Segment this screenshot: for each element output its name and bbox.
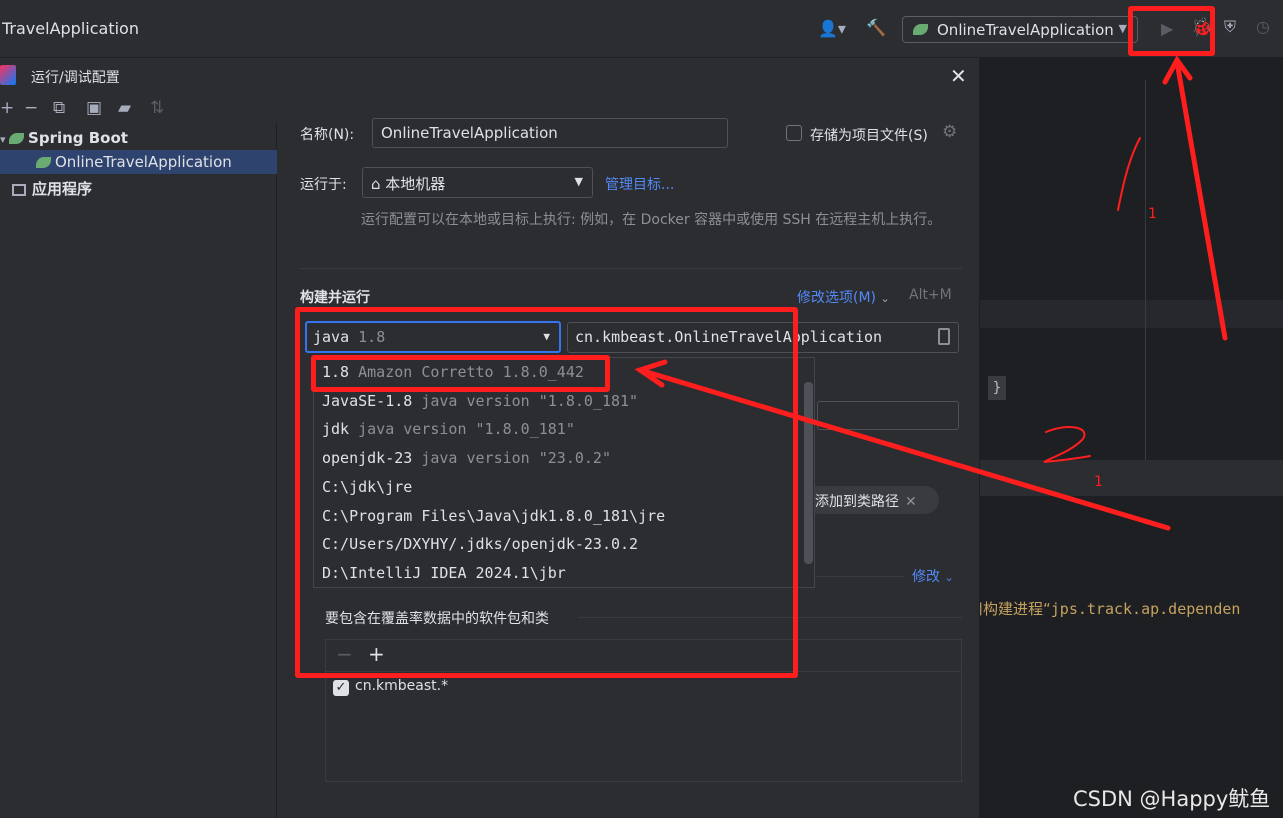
chevron-down-icon: ⌄	[944, 571, 954, 584]
home-icon: ⌂	[371, 175, 386, 193]
new-folder-icon[interactable]: ▰	[118, 98, 131, 118]
run-on-select[interactable]: ⌂ 本地机器 ▼	[362, 167, 593, 198]
dialog-titlebar: 运行/调试配置 ✕	[0, 58, 980, 94]
hammer-icon[interactable]: 🔨	[866, 18, 886, 37]
watermark: CSDN @Happy鱿鱼	[1073, 787, 1271, 811]
run-config-label: OnlineTravelApplication	[937, 21, 1114, 39]
store-as-project-label: 存储为项目文件(S)	[810, 128, 928, 144]
ide-project-title: TravelApplication	[2, 19, 139, 38]
tree-item-online-travel[interactable]: OnlineTravelApplication	[36, 153, 232, 171]
vm-options-input[interactable]	[817, 401, 959, 430]
editor-line-highlight	[980, 300, 1283, 328]
add-icon[interactable]: +	[0, 98, 14, 118]
user-icon[interactable]: 👤▾	[818, 19, 846, 38]
config-tree: ▾ Spring Boot OnlineTravelApplication 应用…	[0, 124, 277, 818]
run-config-selector[interactable]: OnlineTravelApplication ▼	[902, 16, 1138, 43]
sort-icon[interactable]: ⇅	[150, 98, 164, 118]
store-as-project-checkbox[interactable]	[786, 125, 802, 141]
application-icon	[12, 183, 26, 196]
editor-brace: }	[988, 376, 1006, 400]
editor-guide-line	[1145, 80, 1146, 460]
modify-options-shortcut: Alt+M	[909, 287, 952, 303]
editor-message: 用构建进程“jps.track.ap.dependen	[968, 600, 1241, 618]
spring-leaf-icon	[36, 157, 51, 168]
code-editor[interactable]	[980, 58, 1283, 818]
manage-targets-link[interactable]: 管理目标...	[605, 174, 674, 194]
coverage-item-checkbox[interactable]: ✓	[333, 680, 349, 696]
coverage-item-label: cn.kmbeast.*	[355, 678, 449, 694]
chevron-down-icon: ▾	[0, 133, 10, 146]
divider	[300, 268, 962, 269]
dialog-title: 运行/调试配置	[31, 70, 120, 86]
tree-group-application[interactable]: 应用程序	[12, 178, 92, 199]
annotation-box-jdk-option	[311, 355, 610, 392]
modify-options-link[interactable]: 修改选项(M) ⌄	[797, 287, 890, 307]
chevron-down-icon: ▼	[1118, 22, 1127, 35]
name-label: 名称(N):	[300, 127, 355, 143]
divider	[815, 576, 905, 577]
coverage-icon[interactable]: ⛨	[1224, 17, 1236, 37]
build-run-title: 构建并运行	[300, 290, 370, 306]
ide-toolbar: TravelApplication 👤▾ 🔨 OnlineTravelAppli…	[0, 0, 1283, 58]
editor-line-highlight	[980, 460, 1283, 496]
spring-leaf-icon	[913, 24, 928, 35]
remove-icon[interactable]: −	[24, 98, 38, 118]
close-icon[interactable]: ✕	[950, 64, 967, 88]
spring-leaf-icon	[9, 133, 25, 144]
profile-icon[interactable]: ◷	[1256, 17, 1270, 36]
name-input[interactable]: OnlineTravelApplication	[372, 118, 728, 148]
tree-toolbar: + − ⧉ ▣ ▰ ⇅	[0, 98, 277, 124]
popup-scrollbar[interactable]	[804, 382, 813, 564]
run-on-hint: 运行配置可以在本地或目标上执行: 例如，在 Docker 容器中或使用 SSH …	[361, 212, 942, 228]
browse-file-icon[interactable]	[938, 328, 950, 345]
copy-icon[interactable]: ⧉	[53, 98, 65, 118]
chevron-down-icon: ▼	[574, 175, 583, 188]
intellij-logo-icon	[0, 65, 16, 85]
annotation-box-run-debug	[1128, 6, 1215, 56]
gear-icon[interactable]: ⚙	[942, 122, 957, 142]
classpath-chip[interactable]: 添加到类路径 ✕	[805, 486, 939, 514]
tree-group-spring-boot[interactable]: ▾ Spring Boot	[0, 129, 128, 147]
run-on-label: 运行于:	[300, 177, 347, 193]
chevron-down-icon: ⌄	[880, 292, 890, 305]
close-icon[interactable]: ✕	[905, 494, 917, 510]
save-icon[interactable]: ▣	[86, 98, 102, 118]
modify-link[interactable]: 修改 ⌄	[912, 566, 954, 586]
